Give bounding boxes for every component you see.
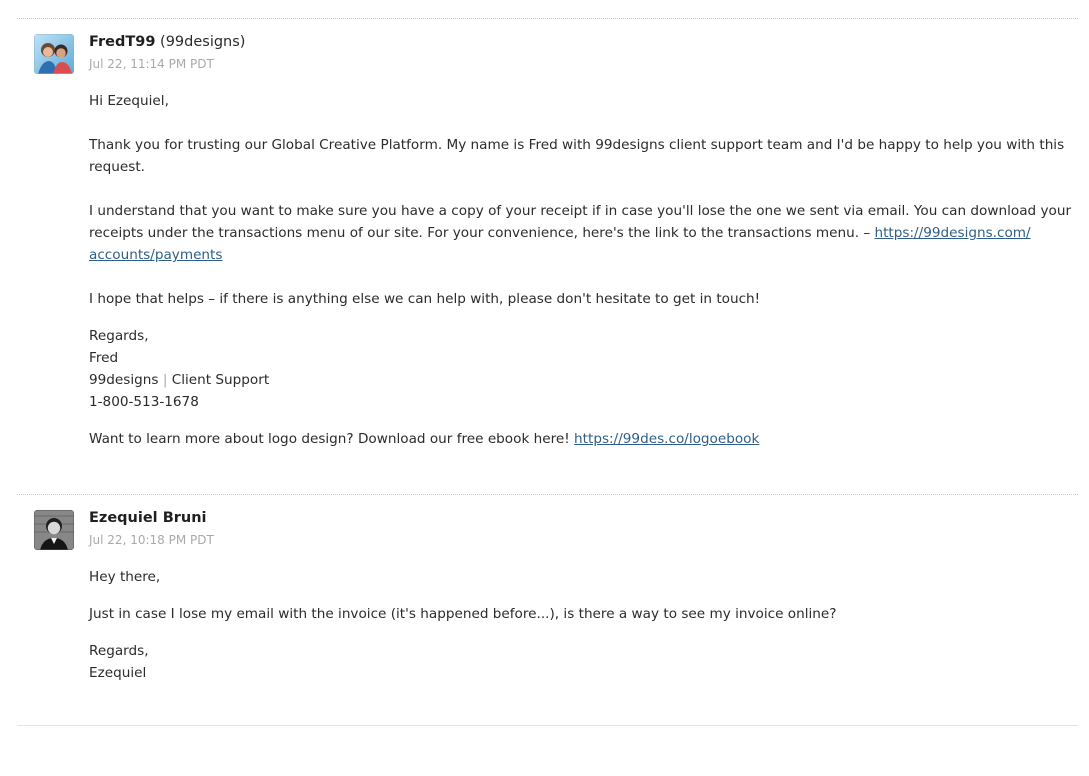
user-avatar-icon (34, 510, 74, 550)
comment-author: Ezequiel Bruni (89, 508, 207, 528)
agent-avatar (34, 34, 74, 74)
divider (17, 494, 1078, 495)
comment-paragraph: I understand that you want to make sure … (89, 200, 1074, 266)
divider (17, 18, 1078, 19)
comment-greeting: Hi Ezequiel, (89, 93, 169, 109)
agent-avatar-icon (34, 34, 74, 74)
comment-timestamp: Jul 22, 10:18 PM PDT (89, 533, 214, 547)
signature-team: Client Support (171, 372, 270, 388)
signature-name: Ezequiel (89, 665, 147, 681)
author-name: FredT99 (89, 34, 156, 50)
ebook-link[interactable]: https://99des.co/logoebook (574, 431, 759, 447)
signature-name: Fred (89, 350, 119, 366)
comment-timestamp: Jul 22, 11:14 PM PDT (89, 57, 214, 71)
comment-author: FredT99 (99designs) (89, 32, 245, 52)
link-text: accounts/payments (89, 247, 223, 263)
signature-phone: 1-800-513-1678 (89, 394, 199, 410)
signature-signoff: Regards, (89, 328, 149, 344)
link-text: https://99designs.com/ (874, 225, 1031, 241)
author-name: Ezequiel Bruni (89, 510, 207, 526)
user-avatar (34, 510, 74, 550)
comment-signature: Regards, Fred 99designs | Client Support… (89, 325, 1074, 413)
comment-promo: Want to learn more about logo design? Do… (89, 428, 1074, 450)
comment-signature: Regards, Ezequiel (89, 640, 1074, 684)
signature-separator: | (162, 372, 168, 388)
promo-text: Want to learn more about logo design? Do… (89, 431, 575, 447)
comment-paragraph: Thank you for trusting our Global Creati… (89, 137, 1065, 175)
comment-body: Hey there, Just in case I lose my email … (89, 566, 1074, 706)
comment-paragraph: I hope that helps – if there is anything… (89, 291, 761, 307)
comment-greeting: Hey there, (89, 569, 161, 585)
signature-company: 99designs (89, 372, 159, 388)
comment-body: Hi Ezequiel, Thank you for trusting our … (89, 90, 1074, 472)
divider (17, 725, 1078, 726)
comment-paragraph: Just in case I lose my email with the in… (89, 606, 837, 622)
signature-signoff: Regards, (89, 643, 149, 659)
comment-thread: FredT99 (99designs) Jul 22, 11:14 PM PDT… (0, 0, 1089, 776)
author-org: (99designs) (160, 34, 246, 50)
